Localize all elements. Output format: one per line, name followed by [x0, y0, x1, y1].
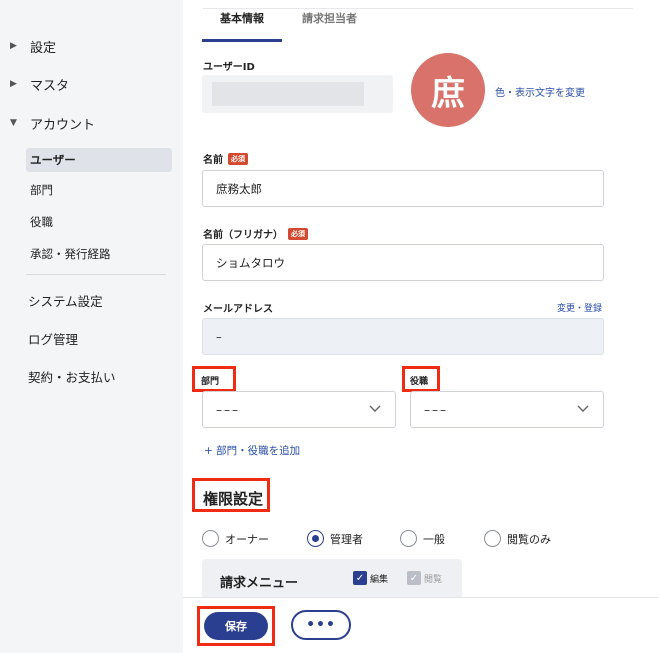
billing-menu-title: 請求メニュー	[220, 576, 299, 591]
name-input[interactable]: 庶務太郎	[202, 170, 604, 207]
caret-right-icon: ▶	[10, 41, 17, 51]
top-divider	[203, 8, 633, 9]
change-avatar-link[interactable]: 色・表示文字を変更	[495, 84, 585, 99]
sidebar-item-position[interactable]: 役職	[26, 210, 172, 234]
name-kana-label: 名前（フリガナ） 必須	[203, 226, 308, 241]
required-badge: 必須	[288, 227, 308, 240]
sidebar-group-label: 設定	[30, 40, 57, 56]
radio-admin[interactable]: 管理者	[307, 530, 363, 547]
name-kana-input[interactable]: ショムタロウ	[202, 244, 604, 281]
caret-right-icon: ▶	[10, 79, 17, 89]
sidebar-group-account[interactable]: ▼ アカウント	[0, 111, 95, 135]
radio-owner[interactable]: オーナー	[202, 530, 269, 547]
check-icon: ✓	[353, 571, 367, 585]
radio-circle-icon	[400, 530, 417, 547]
required-badge: 必須	[228, 152, 248, 165]
sidebar-item-department[interactable]: 部門	[26, 178, 172, 202]
sidebar-group-settings[interactable]: ▶ 設定	[0, 34, 56, 58]
chevron-down-icon	[369, 402, 381, 417]
check-icon: ✓	[407, 571, 421, 585]
active-tab-indicator	[202, 39, 282, 42]
name-label: 名前 必須	[203, 151, 248, 166]
save-button[interactable]: 保存	[204, 612, 268, 640]
radio-circle-icon	[202, 530, 219, 547]
radio-label: オーナー	[225, 532, 269, 546]
footer-bar: 保存 •••	[183, 597, 659, 653]
checkbox-label: 閲覧	[424, 574, 443, 585]
position-select[interactable]: –––	[410, 391, 604, 428]
radio-circle-icon	[484, 530, 501, 547]
user-id-label: ユーザーID	[203, 62, 255, 73]
position-label: 役職	[410, 377, 429, 387]
sidebar-item-contract-payment[interactable]: 契約・お支払い	[28, 366, 116, 386]
checkbox-view: ✓ 閲覧	[407, 571, 442, 585]
user-id-field	[202, 75, 393, 113]
sidebar-item-system-settings[interactable]: システム設定	[28, 290, 103, 310]
email-field: –	[202, 318, 604, 355]
tab-basic-info[interactable]: 基本情報	[220, 10, 264, 26]
department-select-value: –––	[216, 402, 240, 417]
add-department-position-link[interactable]: + 部門・役職を追加	[204, 443, 300, 458]
sidebar-group-label: アカウント	[30, 117, 96, 133]
sidebar-item-user[interactable]: ユーザー	[26, 148, 172, 172]
chevron-down-icon	[577, 402, 589, 417]
radio-view-only[interactable]: 閲覧のみ	[484, 530, 551, 547]
position-select-value: –––	[424, 402, 448, 417]
name-label-text: 名前	[203, 155, 223, 166]
main-content: 基本情報 請求担当者 ユーザーID 庶 色・表示文字を変更 名前 必須 庶務太郎…	[183, 0, 659, 653]
sidebar-group-label: マスタ	[30, 78, 70, 94]
radio-selected-icon	[307, 530, 324, 547]
user-id-redacted	[212, 82, 364, 106]
radio-label: 一般	[423, 532, 445, 546]
radio-label: 管理者	[330, 532, 363, 546]
name-kana-label-text: 名前（フリガナ）	[203, 230, 283, 241]
email-label: メールアドレス	[203, 304, 273, 315]
permissions-title: 権限設定	[203, 490, 264, 508]
sidebar: ▶ 設定 ▶ マスタ ▼ アカウント ユーザー 部門 役職 承認・発行経路 シス…	[0, 0, 183, 653]
checkbox-edit[interactable]: ✓ 編集	[353, 571, 388, 585]
checkbox-label: 編集	[370, 574, 389, 585]
department-select[interactable]: –––	[202, 391, 396, 428]
tab-billing-contact[interactable]: 請求担当者	[302, 10, 357, 26]
sidebar-item-log-management[interactable]: ログ管理	[28, 328, 78, 348]
sidebar-group-master[interactable]: ▶ マスタ	[0, 72, 69, 96]
radio-general[interactable]: 一般	[400, 530, 445, 547]
email-change-link[interactable]: 変更・登録	[557, 301, 602, 314]
caret-down-icon: ▼	[10, 118, 17, 128]
more-options-button[interactable]: •••	[291, 610, 351, 640]
sidebar-divider	[26, 274, 166, 275]
radio-label: 閲覧のみ	[507, 532, 551, 546]
department-label: 部門	[201, 377, 220, 387]
sidebar-item-approval-route[interactable]: 承認・発行経路	[26, 242, 172, 266]
avatar: 庶	[411, 53, 485, 127]
